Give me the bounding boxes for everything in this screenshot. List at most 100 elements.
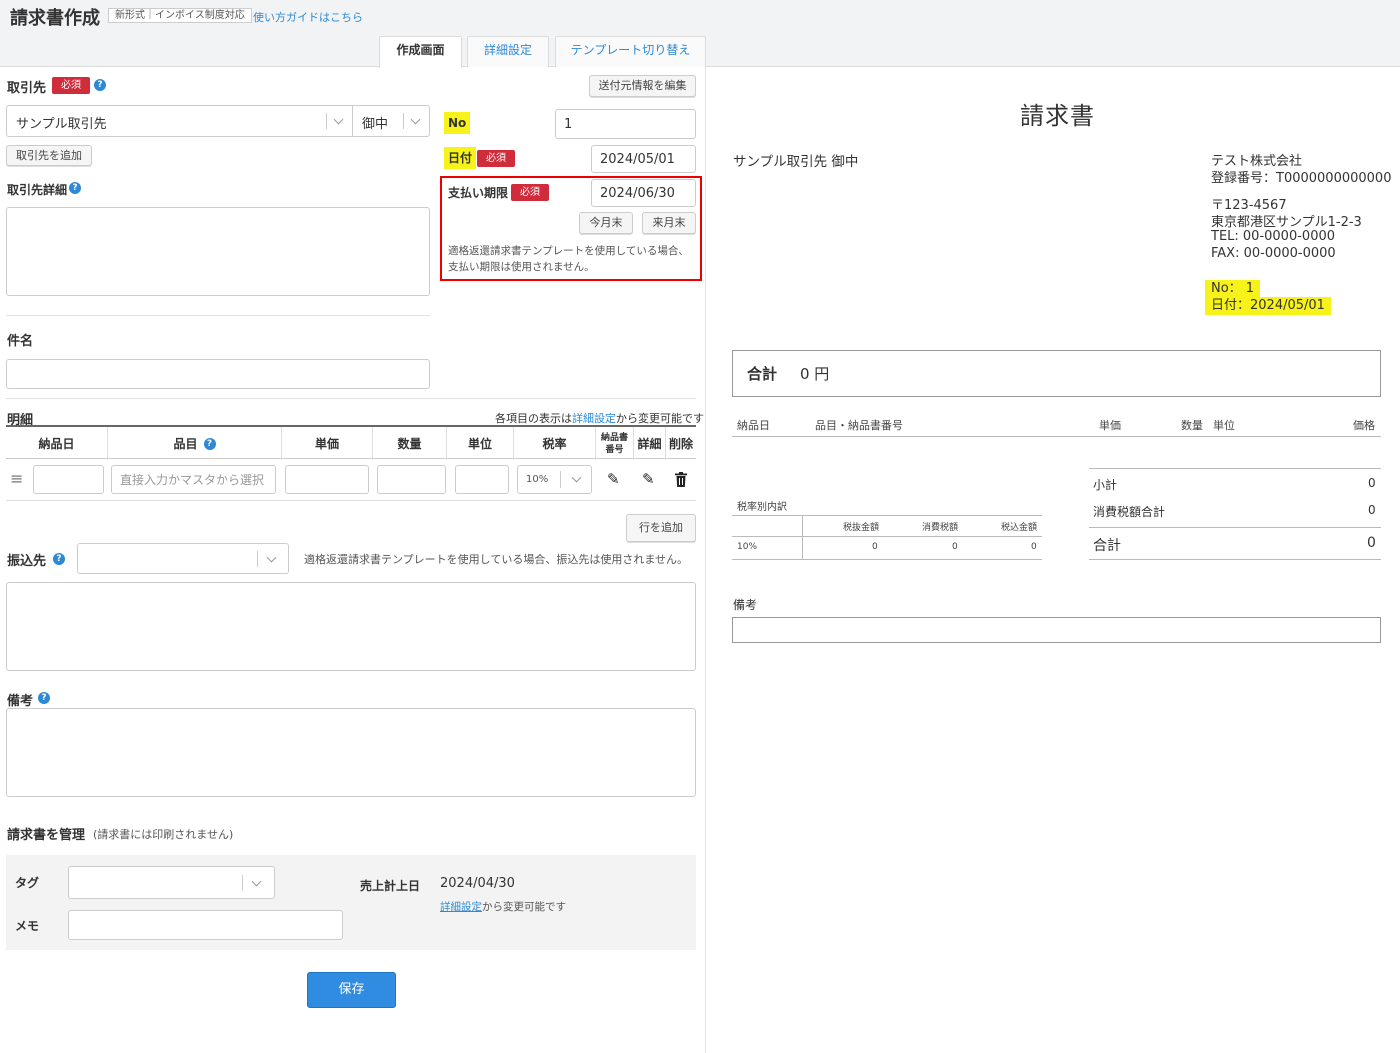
preview-total-label: 合計 xyxy=(747,365,778,383)
pencil-icon[interactable]: ✎ xyxy=(607,470,620,488)
col-item: 品目 ? xyxy=(108,427,282,460)
panel-divider xyxy=(705,67,706,1053)
preview-col-delivery-date: 納品日 xyxy=(737,419,770,432)
col-delivery-no-line2: 番号 xyxy=(605,444,624,455)
preview-remarks-box xyxy=(732,617,1381,643)
memo-label: メモ xyxy=(15,919,40,933)
preview-tax-breakdown-label: 税率別内訳 xyxy=(737,502,787,513)
memo-input[interactable] xyxy=(68,910,343,940)
remarks-textarea[interactable] xyxy=(6,708,696,797)
tab-settings[interactable]: 詳細設定 xyxy=(467,36,549,67)
col-item-label: 品目 xyxy=(173,437,198,451)
preview-tel: TEL: 00-0000-0000 xyxy=(1211,229,1336,244)
no-input[interactable]: 1 xyxy=(555,109,696,139)
preview-reg-no: 登録番号：T0000000000000 xyxy=(1211,171,1392,186)
sales-date-label: 売上計上日 xyxy=(360,879,421,893)
help-icon[interactable]: ? xyxy=(53,553,65,565)
preview-title: 請求書 xyxy=(1020,102,1095,130)
bank-textarea[interactable] xyxy=(6,582,696,671)
save-button[interactable]: 保存 xyxy=(307,972,396,1008)
trash-icon[interactable] xyxy=(675,472,687,491)
preview-col-quantity: 数量 xyxy=(1181,419,1203,432)
bank-select[interactable] xyxy=(77,543,289,574)
tab-create[interactable]: 作成画面 xyxy=(379,36,462,68)
required-badge: 必須 xyxy=(477,150,515,167)
honorific-value[interactable]: 御中 xyxy=(362,113,388,132)
edit-sender-button[interactable]: 送付元情報を編集 xyxy=(589,75,696,97)
help-icon[interactable]: ? xyxy=(94,79,106,91)
bank-note: 適格返還請求書テンプレートを使用している場合、振込先は使用されません。 xyxy=(304,553,689,566)
bank-label: 振込先 xyxy=(7,554,47,569)
client-select-value: サンプル取引先 xyxy=(16,117,107,132)
preview-date: 日付：2024/05/01 xyxy=(1205,297,1331,315)
tax-rate-select[interactable]: 10% xyxy=(517,465,592,494)
items-table-header: 納品日 品目 ? 単価 数量 単位 税率 納品書 番号 詳細 削除 xyxy=(6,425,696,460)
divider xyxy=(1089,559,1381,560)
client-select[interactable]: サンプル取引先 御中 xyxy=(6,105,430,137)
help-icon[interactable]: ? xyxy=(38,692,50,704)
tag-label: タグ xyxy=(15,876,40,890)
col-tax-rate: 税率 xyxy=(514,427,596,460)
required-badge: 必須 xyxy=(511,184,549,201)
divider xyxy=(732,436,1381,437)
subject-input[interactable] xyxy=(6,359,430,389)
preview-col-item: 品目・納品書番号 xyxy=(815,419,903,432)
client-label: 取引先 xyxy=(7,81,47,96)
this-month-end-button[interactable]: 今月末 xyxy=(579,212,633,234)
col-detail: 詳細 xyxy=(634,427,666,460)
settings-link[interactable]: 詳細設定 xyxy=(440,901,482,913)
due-date-input[interactable]: 2024/06/30 xyxy=(591,179,696,207)
preview-tax-incl: 0 xyxy=(1031,542,1037,552)
pencil-icon[interactable]: ✎ xyxy=(642,470,655,488)
chevron-down-icon xyxy=(251,876,262,887)
col-unit-price: 単価 xyxy=(282,427,373,460)
divider xyxy=(1089,468,1381,469)
preview-tax-total-value: 0 xyxy=(1368,503,1376,517)
delivery-date-input[interactable] xyxy=(33,465,104,494)
due-label: 支払い期限 xyxy=(448,186,509,200)
tab-template[interactable]: テンプレート切り替え xyxy=(555,36,706,67)
preview-tax-col-excl: 税抜金額 xyxy=(843,523,880,533)
top-bar: 請求書作成 新形式｜インボイス制度対応 使い方ガイドはこちら 作成画面 詳細設定… xyxy=(0,0,1400,68)
quantity-input[interactable] xyxy=(377,465,446,494)
divider xyxy=(802,515,803,559)
divider xyxy=(732,559,1042,560)
preview-tax-excl: 0 xyxy=(872,542,878,552)
manage-note: (請求書には印刷されません) xyxy=(93,828,234,841)
settings-link[interactable]: 詳細設定 xyxy=(572,412,616,425)
preview-col-unit-price: 単価 xyxy=(1099,419,1121,432)
sales-note-suffix: から変更可能です xyxy=(482,901,566,913)
preview-address: 東京都港区サンプル1-2-3 xyxy=(1211,215,1362,230)
unit-input[interactable] xyxy=(455,465,509,494)
guide-link[interactable]: 使い方ガイドはこちら xyxy=(253,9,363,25)
add-row-button[interactable]: 行を追加 xyxy=(626,514,696,542)
items-note-suffix: から変更可能です xyxy=(616,412,704,425)
preview-tax-amount: 0 xyxy=(952,542,958,552)
preview-fax: FAX: 00-0000-0000 xyxy=(1211,246,1336,261)
col-delete: 削除 xyxy=(668,437,693,451)
preview-col-unit: 単位 xyxy=(1213,419,1235,432)
divider xyxy=(1089,527,1381,528)
drag-handle-icon[interactable]: ≡ xyxy=(10,469,23,488)
item-input[interactable]: 直接入力かマスタから選択 xyxy=(111,465,276,494)
chevron-down-icon xyxy=(571,472,582,483)
help-icon[interactable]: ? xyxy=(69,182,81,194)
tax-rate-value: 10% xyxy=(526,474,549,485)
next-month-end-button[interactable]: 来月末 xyxy=(642,212,696,234)
col-delivery-no-line1: 納品書 xyxy=(600,432,628,443)
preview-tax-col-tax: 消費税額 xyxy=(922,523,959,533)
help-icon[interactable]: ? xyxy=(203,437,216,450)
col-unit: 単位 xyxy=(447,427,514,460)
page-title: 請求書作成 xyxy=(10,8,100,29)
add-client-button[interactable]: 取引先を追加 xyxy=(6,145,92,166)
preview-grand-value: 0 xyxy=(1367,535,1376,551)
date-input[interactable]: 2024/05/01 xyxy=(591,145,696,173)
col-quantity: 数量 xyxy=(373,427,447,460)
tag-select[interactable] xyxy=(68,866,275,899)
preview-remarks-label: 備考 xyxy=(733,598,758,612)
sales-date-note: 詳細設定から変更可能です xyxy=(440,899,566,914)
format-badge: 新形式｜インボイス制度対応 xyxy=(108,8,252,23)
divider xyxy=(732,536,1042,537)
client-detail-textarea[interactable] xyxy=(6,207,430,296)
unit-price-input[interactable] xyxy=(285,465,369,494)
